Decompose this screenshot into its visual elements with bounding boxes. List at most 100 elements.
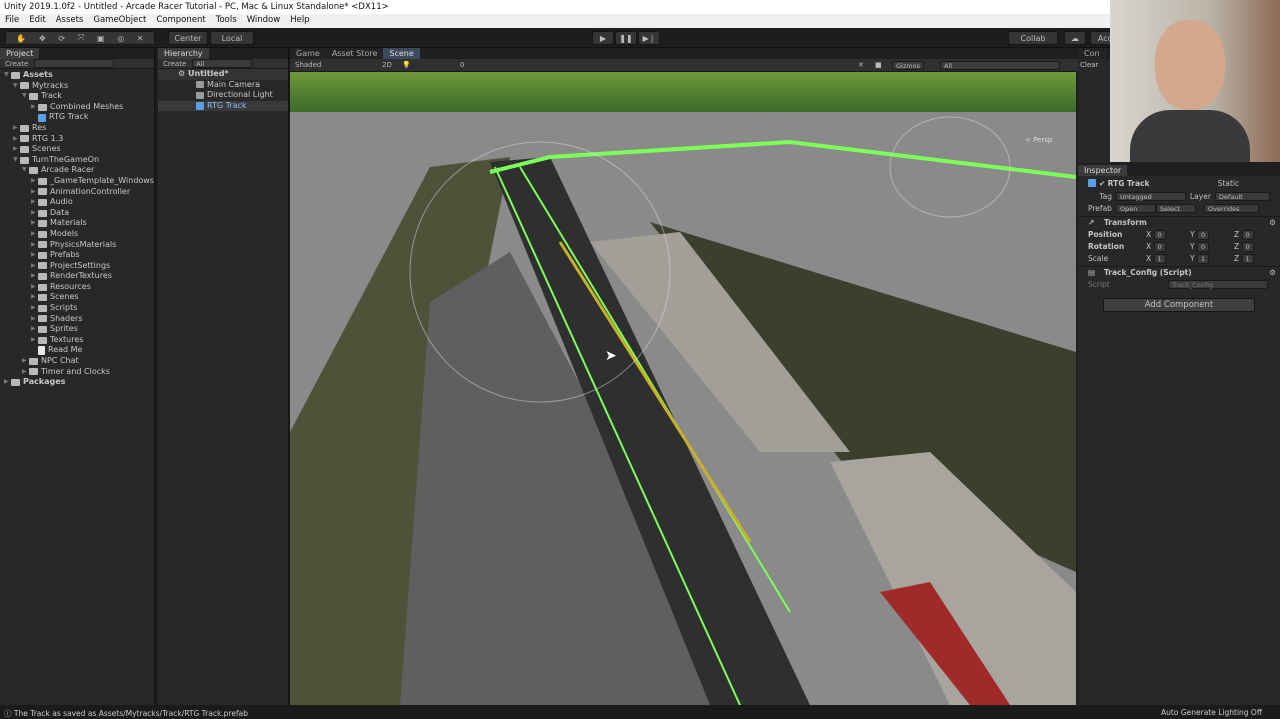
prefab-select-button[interactable]: Select <box>1156 203 1196 213</box>
project-item[interactable]: ▶ Resources <box>0 282 154 293</box>
project-item[interactable]: ▶ Models <box>0 229 154 240</box>
chevron-right-icon[interactable]: ▶ <box>31 292 38 303</box>
hierarchy-search-input[interactable]: All <box>192 59 253 68</box>
menu-help[interactable]: Help <box>290 15 309 27</box>
project-item[interactable]: ▶ Prefabs <box>0 250 154 261</box>
chevron-right-icon[interactable]: ▶ <box>31 197 38 208</box>
project-item[interactable]: ▶ PhysicsMaterials <box>0 240 154 251</box>
tab-console[interactable]: Con <box>1078 48 1106 59</box>
transform-y-field[interactable]: 0 <box>1196 241 1210 252</box>
project-item[interactable]: ▼ Mytracks <box>0 81 154 92</box>
pivot-local-button[interactable]: Local <box>210 31 254 45</box>
chevron-right-icon[interactable]: ▶ <box>31 324 38 335</box>
transform-x-field[interactable]: 1 <box>1153 253 1166 264</box>
menu-component[interactable]: Component <box>156 15 205 27</box>
step-button[interactable]: ▶❘ <box>638 31 660 45</box>
chevron-down-icon[interactable]: ▼ <box>22 165 29 176</box>
camera-icon[interactable]: ■ <box>875 61 882 69</box>
play-button[interactable]: ▶ <box>592 31 614 45</box>
move-tool-icon[interactable]: ✥ <box>39 34 46 43</box>
tab-asset-store[interactable]: Asset Store <box>325 48 384 59</box>
chevron-right-icon[interactable]: ▶ <box>31 102 38 113</box>
project-item[interactable]: ▼ TurnTheGameOn <box>0 155 154 166</box>
project-item[interactable]: ▶ Data <box>0 208 154 219</box>
tab-scene[interactable]: Scene <box>383 48 420 59</box>
chevron-down-icon[interactable]: ▼ <box>22 91 29 102</box>
console-clear-button[interactable]: Clear <box>1078 59 1112 71</box>
chevron-right-icon[interactable]: ▶ <box>31 335 38 346</box>
project-item[interactable]: ▶ Shaders <box>0 314 154 325</box>
chevron-right-icon[interactable]: ▶ <box>31 208 38 219</box>
chevron-right-icon[interactable]: ▶ <box>31 229 38 240</box>
tab-inspector[interactable]: Inspector <box>1078 165 1128 176</box>
chevron-right-icon[interactable]: ▶ <box>31 261 38 272</box>
chevron-right-icon[interactable]: ▶ <box>13 144 20 155</box>
hierarchy-item-main-camera[interactable]: Main Camera <box>158 80 288 91</box>
project-item[interactable]: ▶ Audio <box>0 197 154 208</box>
2d-toggle[interactable]: 2D <box>382 61 392 69</box>
add-component-button[interactable]: Add Component <box>1103 298 1255 312</box>
component-settings-icon[interactable]: ⚙ <box>1269 218 1280 227</box>
tag-dropdown[interactable]: Untagged <box>1116 191 1186 201</box>
script-component-header[interactable]: ▤ Track_Config (Script) ⚙ <box>1078 266 1280 278</box>
hierarchy-create-button[interactable]: Create <box>163 60 186 68</box>
rect-tool-icon[interactable]: ▣ <box>97 34 105 43</box>
transform-header[interactable]: ↗ Transform ⚙ <box>1078 216 1280 228</box>
transform-tool-icon[interactable]: ◎ <box>117 34 124 43</box>
chevron-right-icon[interactable]: ▶ <box>31 314 38 325</box>
cloud-icon[interactable]: ☁ <box>1064 31 1086 45</box>
menu-tools[interactable]: Tools <box>216 15 237 27</box>
transform-tools[interactable]: ✋ ✥ ⟳ ⤧ ▣ ◎ ✕ <box>5 31 155 45</box>
menu-assets[interactable]: Assets <box>56 15 84 27</box>
project-item[interactable]: ▶ Materials <box>0 218 154 229</box>
shading-mode-dropdown[interactable]: Shaded <box>295 61 321 69</box>
transform-y-field[interactable]: 0 <box>1196 229 1210 240</box>
scene-search-input[interactable]: All <box>940 60 1060 70</box>
chevron-right-icon[interactable]: ▶ <box>31 187 38 198</box>
prefab-open-button[interactable]: Open <box>1116 203 1156 213</box>
chevron-right-icon[interactable]: ▶ <box>31 176 38 187</box>
project-item[interactable]: ▶ AnimationController <box>0 187 154 198</box>
collab-button[interactable]: Collab <box>1008 31 1058 45</box>
component-settings-icon[interactable]: ⚙ <box>1269 268 1280 277</box>
chevron-right-icon[interactable]: ▶ <box>31 282 38 293</box>
menu-edit[interactable]: Edit <box>29 15 45 27</box>
transform-x-field[interactable]: 0 <box>1153 241 1166 252</box>
project-item[interactable]: Read Me <box>0 345 154 356</box>
project-item[interactable]: ▶ Timer and Clocks <box>0 367 154 378</box>
menu-window[interactable]: Window <box>247 15 281 27</box>
project-item[interactable]: ▶ _GameTemplate_Windows <box>0 176 154 187</box>
hand-tool-icon[interactable]: ✋ <box>16 34 26 43</box>
chevron-right-icon[interactable]: ▶ <box>13 123 20 134</box>
scale-tool-icon[interactable]: ⤧ <box>78 33 84 43</box>
tab-project[interactable]: Project <box>0 48 40 59</box>
static-checkbox[interactable]: Static <box>1218 179 1239 188</box>
chevron-down-icon[interactable]: ▼ <box>13 155 20 166</box>
object-name-field[interactable]: RTG Track <box>1108 179 1218 188</box>
hierarchy-item-directional-light[interactable]: Directional Light <box>158 90 288 101</box>
project-item[interactable]: ▶ Res <box>0 123 154 134</box>
project-item[interactable]: ▶ Textures <box>0 335 154 346</box>
project-item[interactable]: ▼ Arcade Racer <box>0 165 154 176</box>
project-item[interactable]: ▶ ProjectSettings <box>0 261 154 272</box>
pivot-center-button[interactable]: Center <box>168 31 208 45</box>
pause-button[interactable]: ❚❚ <box>615 31 637 45</box>
transform-z-field[interactable]: 0 <box>1241 229 1254 240</box>
project-item[interactable]: ▶ Sprites <box>0 324 154 335</box>
project-item[interactable]: ▶ NPC Chat <box>0 356 154 367</box>
scene-render[interactable]: ➤ < Persp <box>290 72 1076 705</box>
gizmos-dropdown[interactable]: Gizmos <box>892 60 924 70</box>
tools-icon[interactable]: ✕ <box>858 61 864 69</box>
chevron-right-icon[interactable]: ▶ <box>22 356 29 367</box>
chevron-right-icon[interactable]: ▶ <box>31 271 38 282</box>
tab-game[interactable]: Game <box>290 48 326 59</box>
chevron-right-icon[interactable]: ▶ <box>4 377 11 388</box>
project-item[interactable]: ▶ RTG 1.3 <box>0 134 154 145</box>
chevron-down-icon[interactable]: ▼ <box>13 81 20 92</box>
prefab-overrides-dropdown[interactable]: Overrides <box>1204 203 1259 213</box>
project-item[interactable]: RTG Track <box>0 112 154 123</box>
menu-gameobject[interactable]: GameObject <box>93 15 146 27</box>
project-item[interactable]: ▶ Packages <box>0 377 154 388</box>
lighting-toggle-icon[interactable]: 💡 <box>402 61 411 69</box>
project-item[interactable]: ▼ Track <box>0 91 154 102</box>
